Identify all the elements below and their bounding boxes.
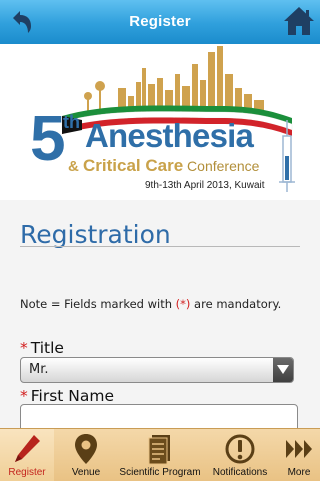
title-select-value: Mr.: [29, 362, 49, 377]
section-title: Registration: [20, 220, 171, 249]
tab-more[interactable]: More: [278, 429, 320, 481]
first-name-label-text: First Name: [30, 387, 115, 405]
subtitle-critical-care: Critical Care: [83, 156, 184, 175]
section-divider: [20, 246, 300, 247]
edition-number: 5: [30, 102, 66, 174]
tab-scientific-program[interactable]: Scientific Program: [118, 429, 202, 481]
tab-more-label: More: [287, 467, 311, 478]
edition-suffix: th: [63, 112, 80, 132]
conference-banner: 5 th Anesthesia & Critical Care Conferen…: [0, 44, 320, 200]
chevron-down-icon: [277, 365, 289, 374]
subtitle-amp: &: [68, 158, 83, 175]
home-button[interactable]: [282, 5, 316, 37]
note-required-marker: (*): [175, 297, 191, 311]
title-select[interactable]: Mr.: [20, 357, 294, 383]
bottom-tab-bar: Register Venue Scientific Program Notifi…: [0, 428, 320, 481]
tab-scientific-program-label: Scientific Program: [119, 467, 201, 478]
mandatory-note: Note = Fields marked with (*) are mandat…: [20, 297, 281, 311]
first-name-field-label: * First Name: [20, 387, 114, 405]
note-prefix: Note = Fields marked with: [20, 297, 176, 311]
dropdown-arrow[interactable]: [273, 358, 293, 382]
conference-subtitle: & Critical Care Conference: [68, 157, 259, 176]
tab-venue[interactable]: Venue: [54, 429, 118, 481]
tab-register-label: Register: [8, 467, 46, 478]
required-star: *: [20, 387, 28, 405]
top-navigation-bar: Register: [0, 0, 320, 45]
required-star: *: [20, 339, 28, 357]
more-arrows-icon: [286, 440, 312, 458]
alert-icon: [225, 434, 255, 464]
registration-form: Registration Note = Fields marked with (…: [0, 200, 320, 434]
conference-name: Anesthesia: [85, 117, 254, 154]
pencil-icon: [15, 435, 40, 462]
title-label-text: Title: [30, 339, 64, 357]
tab-notifications-label: Notifications: [212, 467, 268, 478]
title-field-label: * Title: [20, 339, 64, 357]
tab-venue-label: Venue: [71, 467, 101, 478]
page-title: Register: [129, 13, 191, 30]
tab-notifications[interactable]: Notifications: [202, 429, 278, 481]
map-pin-icon: [75, 434, 97, 464]
conference-dates: 9th-13th April 2013, Kuwait: [145, 180, 265, 191]
tab-register[interactable]: Register: [0, 429, 54, 481]
subtitle-conference: Conference: [183, 158, 260, 174]
home-icon: [284, 7, 314, 35]
document-icon: [148, 435, 170, 465]
note-suffix: are mandatory.: [190, 297, 282, 311]
